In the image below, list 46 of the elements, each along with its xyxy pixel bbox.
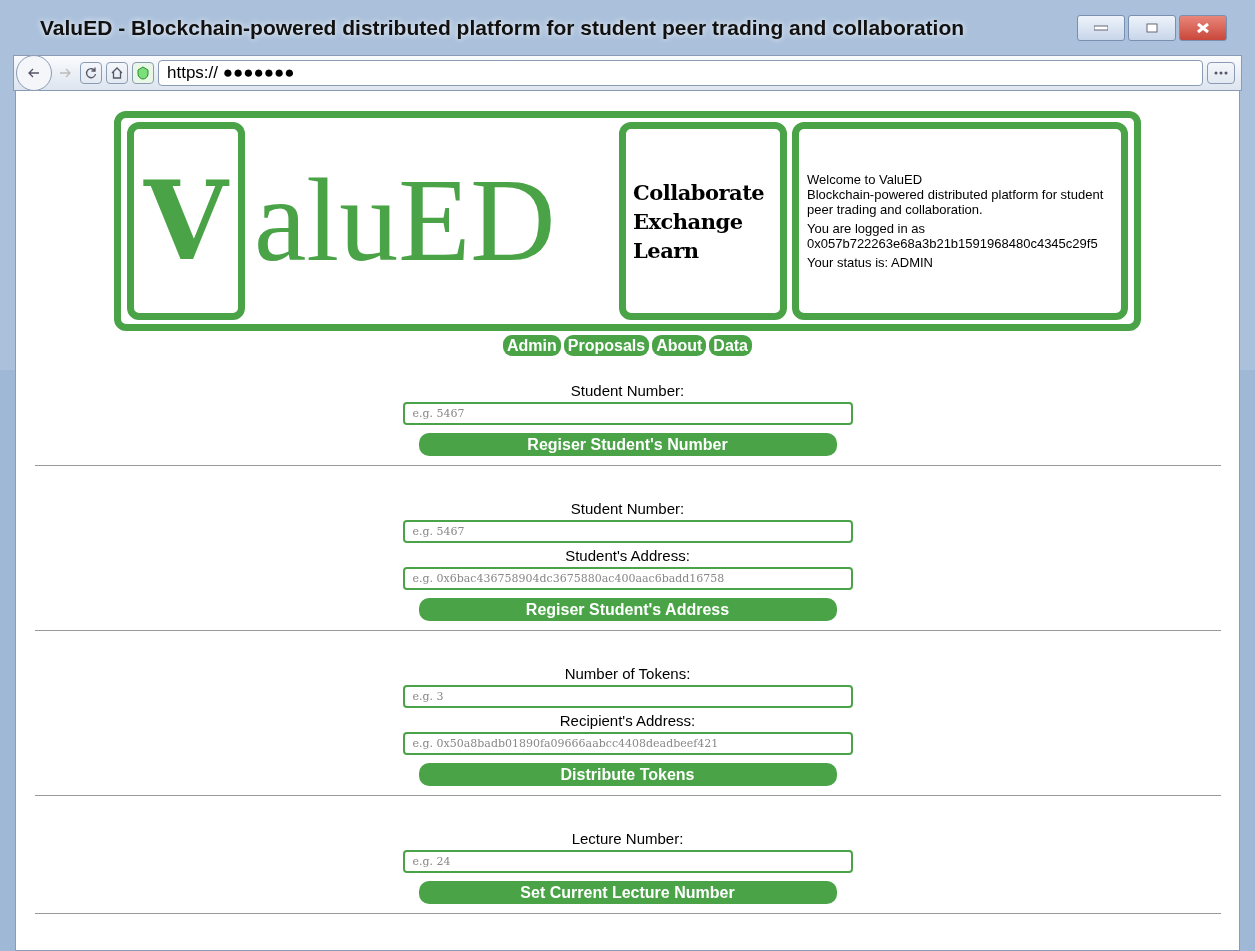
home-button[interactable] bbox=[106, 62, 128, 84]
shield-icon bbox=[132, 62, 154, 84]
field-label: Student's Address: bbox=[565, 547, 690, 564]
input-field[interactable]: e.g. 0x6bac436758904dc3675880ac400aac6badd16758 bbox=[402, 567, 853, 590]
more-icon bbox=[1214, 71, 1228, 75]
tagline-word: Collaborate bbox=[633, 179, 766, 205]
input-field[interactable]: e.g. 24 bbox=[402, 850, 853, 873]
back-button[interactable] bbox=[16, 55, 52, 91]
home-icon bbox=[110, 66, 124, 80]
address-field[interactable]: https:// ●●●●●●● bbox=[158, 60, 1203, 86]
input-field[interactable]: e.g. 5467 bbox=[402, 520, 853, 543]
maximize-icon bbox=[1146, 22, 1158, 33]
window-title: ValuED - Blockchain-powered distributed platform for student peer trading and collaboration bbox=[40, 15, 966, 40]
input-field[interactable]: e.g. 0x50a8badb01890fa09666aabcc4408deadbeef421 bbox=[402, 732, 853, 755]
maximize-button[interactable] bbox=[1128, 14, 1176, 41]
nav-button[interactable]: Data bbox=[709, 335, 752, 356]
field-label: Number of Tokens: bbox=[564, 665, 691, 682]
reload-icon bbox=[84, 66, 98, 80]
field-label: Student Number: bbox=[570, 500, 685, 517]
back-arrow-icon bbox=[27, 66, 41, 80]
logo-initial: V bbox=[144, 167, 228, 275]
reload-button[interactable] bbox=[80, 62, 102, 84]
nav-button[interactable]: About bbox=[652, 335, 707, 356]
minimize-button[interactable] bbox=[1077, 14, 1125, 41]
submit-button[interactable]: Set Current Lecture Number bbox=[418, 881, 837, 904]
close-button[interactable] bbox=[1179, 14, 1227, 41]
tagline-word: Exchange bbox=[633, 208, 744, 234]
minimize-icon bbox=[1094, 24, 1108, 31]
status-text: Your status is: ADMIN bbox=[807, 255, 934, 270]
welcome-text: Welcome to ValuED Blockchain-powered distributed platform for student peer trading and collaboration. bbox=[807, 172, 1105, 217]
submit-button[interactable]: Distribute Tokens bbox=[418, 763, 837, 786]
field-label: Lecture Number: bbox=[571, 830, 684, 847]
forward-arrow-icon bbox=[58, 66, 72, 80]
input-field[interactable]: e.g. 3 bbox=[402, 685, 853, 708]
nav-button[interactable]: Proposals bbox=[563, 335, 650, 356]
submit-button[interactable]: Regiser Student's Address bbox=[418, 598, 837, 621]
login-text: You are logged in as 0x057b722263e68a3b21b1591968480c4345c29f5 bbox=[807, 221, 1099, 251]
logo-text: aluED bbox=[253, 162, 557, 280]
nav-button[interactable]: Admin bbox=[503, 335, 561, 356]
submit-button[interactable]: Regiser Student's Number bbox=[418, 433, 837, 456]
input-field[interactable]: e.g. 5467 bbox=[402, 402, 853, 425]
close-icon bbox=[1196, 21, 1210, 34]
field-label: Recipient's Address: bbox=[559, 712, 696, 729]
tagline-word: Learn bbox=[633, 237, 700, 263]
field-label: Student Number: bbox=[570, 382, 685, 399]
menu-button[interactable] bbox=[1207, 62, 1235, 84]
